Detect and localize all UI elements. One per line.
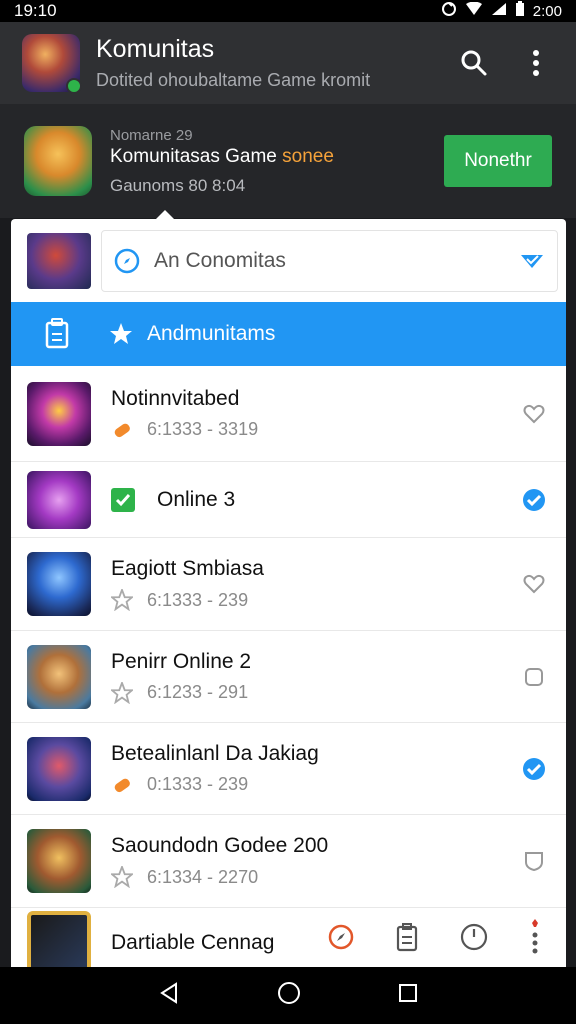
star-outline-icon [111,589,133,611]
game-icon [27,470,91,529]
gamepad-icon [111,419,133,441]
list-item-title: Penirr Online 2 [111,649,252,673]
selected-community-label: Andmunitams [147,322,276,345]
gamepad-icon [111,774,133,796]
clipboard-tool-icon[interactable] [395,922,419,957]
list-item-title: Online 3 [157,487,236,511]
status-clock-right: 2:00 [532,2,562,20]
banner-text: Nomarne 29 Komunitasas Game sonee Gaunom… [110,127,444,196]
list-item-title: Saoundodn Godee 200 [111,834,329,857]
search-button[interactable] [454,43,494,83]
system-nav-bar [0,967,576,1024]
list-item-text: Notinnvitabed 6:1333 - 3319 [111,387,522,441]
search-value: An Conomitas [154,248,286,272]
list-item-meta-text: 6:1333 - 3319 [147,419,259,439]
list-item-meta-text: 6:1233 - 291 [147,682,249,702]
list-item[interactable]: Betealinlanl Da Jakiag 0:1333 - 239 [11,723,566,815]
list-item-text: Penirr Online 2 6:1233 - 291 [111,650,522,704]
wifi-icon [465,1,483,20]
checked-circle-icon[interactable] [522,757,546,781]
compass-icon [114,248,140,273]
banner-title-main: Komunitasas Game [110,145,277,167]
page-title: Komunitas [96,35,215,63]
game-icon [27,552,91,616]
dropdown-check-icon[interactable] [519,251,545,271]
sync-icon [441,1,457,21]
online-indicator [66,78,82,94]
star-icon [110,323,132,344]
list-item-title: Eagiott Smbiasa [111,557,264,580]
list-item-meta: 0:1333 - 239 [111,774,522,796]
list-item-meta-text: 6:1333 - 239 [147,589,249,610]
search-row: An Conomitas [11,219,566,302]
status-icons: 2:00 [441,1,562,21]
list-item-meta-text: 0:1333 - 239 [147,774,249,794]
more-tool-icon[interactable] [528,917,542,962]
signal-icon [491,2,507,20]
shield-icon[interactable] [522,849,546,873]
checked-circle-icon[interactable] [522,488,546,512]
list-item-text: Eagiott Smbiasa 6:1333 - 239 [111,557,522,611]
list-item[interactable]: Online 3 [11,462,566,538]
list-item[interactable]: Saoundodn Godee 200 6:1334 - 2270 [11,815,566,908]
heart-icon[interactable] [522,572,546,596]
list-item-title: Notinnvitabed [111,386,240,410]
list-item-text: Betealinlanl Da Jakiag 0:1333 - 239 [111,742,522,796]
battery-icon [515,1,525,21]
list-item[interactable]: Penirr Online 2 6:1233 - 291 [11,631,566,723]
game-icon [27,736,91,801]
list-item-title: Betealinlanl Da Jakiag [111,741,319,765]
checkbox-empty-icon[interactable] [522,665,546,689]
community-avatar[interactable] [22,34,82,94]
online-check-icon [111,487,135,512]
list-item[interactable]: Notinnvitabed 6:1333 - 3319 [11,366,566,462]
banner-meta: Gaunoms 80 8:04 [110,175,246,195]
recents-icon[interactable] [398,983,418,1008]
star-outline-icon [111,681,133,704]
banner-title: Komunitasas Game sonee [110,146,444,168]
community-panel: An Conomitas Andmunitams Notinnvitabed 6… [11,219,566,967]
banner-game-image[interactable] [24,126,92,196]
game-icon [27,911,91,967]
back-icon[interactable] [158,982,180,1009]
star-outline-icon [111,866,133,888]
search-thumbnail [27,232,91,289]
more-options-button[interactable] [516,43,556,83]
bottom-toolbar [302,912,566,967]
game-icon [27,381,91,446]
banner-title-accent: sonee [282,145,334,167]
app-titles: Komunitas Dotited ohoubaltame Game kromi… [96,35,432,91]
list-item-meta: 6:1233 - 291 [111,681,522,704]
list-item[interactable]: Eagiott Smbiasa 6:1333 - 239 [11,538,566,631]
list-item-text: Online 3 [111,487,522,512]
clipboard-icon [45,318,69,349]
home-icon[interactable] [277,981,301,1010]
panel-pointer [156,210,174,219]
heart-icon[interactable] [522,402,546,426]
selected-community-row[interactable]: Andmunitams [11,302,566,366]
compass-tool-icon[interactable] [326,922,356,957]
search-field[interactable]: An Conomitas [101,229,558,292]
game-icon [27,644,91,709]
status-bar: 19:10 2:00 [0,0,576,22]
search-icon [461,50,487,76]
community-banner: Nomarne 29 Komunitasas Game sonee Gaunom… [0,104,576,218]
page-subtitle: Dotited ohoubaltame Game kromit [96,70,371,90]
list-item-meta: 6:1334 - 2270 [111,866,522,888]
more-vert-icon [533,50,539,76]
game-icon [27,829,91,893]
list-item-text: Saoundodn Godee 200 6:1334 - 2270 [111,834,522,888]
app-bar: Komunitas Dotited ohoubaltame Game kromi… [0,22,576,104]
join-button[interactable]: Nonethr [444,135,552,187]
clock-tool-icon[interactable] [459,922,489,957]
status-time: 19:10 [14,1,57,20]
list-item-title-row: Online 3 [111,487,522,512]
list-item-meta: 6:1333 - 3319 [111,419,522,441]
list-item-meta-text: 6:1334 - 2270 [147,866,259,887]
list-item-meta: 6:1333 - 239 [111,589,522,611]
banner-small-text: Nomarne 29 [110,126,193,144]
